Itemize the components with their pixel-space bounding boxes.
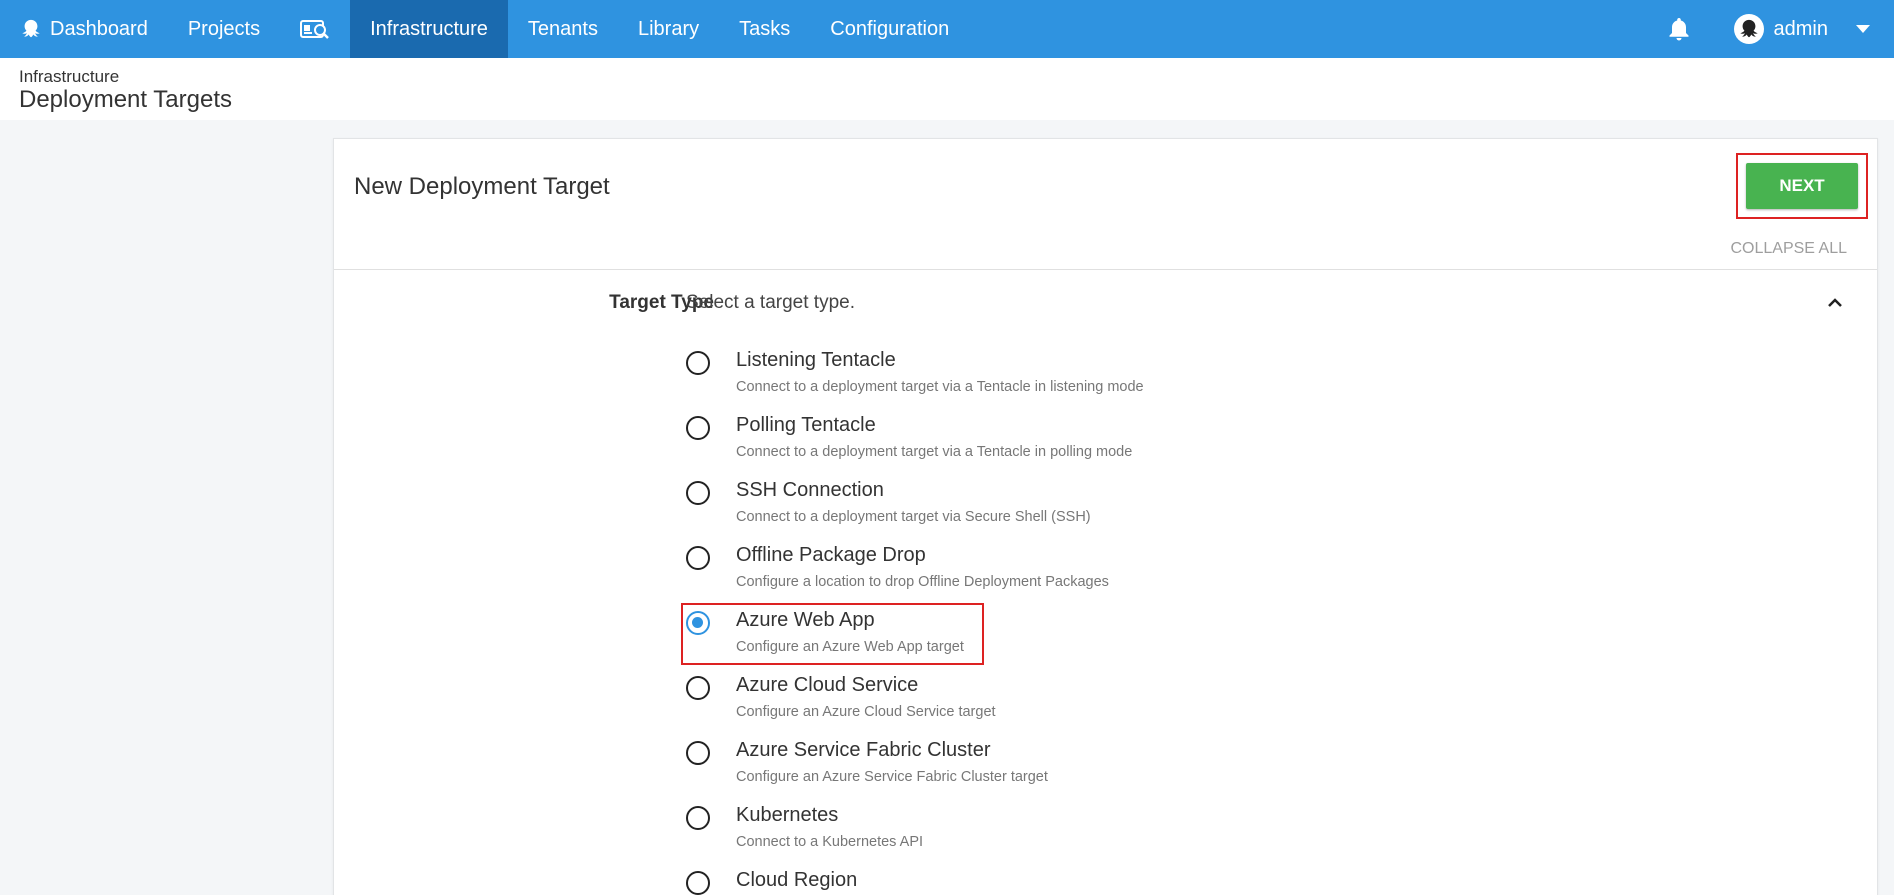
option-label: Kubernetes [736, 804, 839, 826]
collapse-all-link[interactable]: COLLAPSE ALL [1730, 240, 1847, 258]
chevron-down-icon[interactable] [1856, 25, 1870, 33]
radio-button[interactable] [686, 806, 710, 830]
nav-label: Dashboard [50, 17, 148, 40]
option-description: Connect to a deployment target via a Ten… [736, 444, 1133, 460]
option-label: Offline Package Drop [736, 544, 926, 566]
username: admin [1773, 17, 1828, 40]
search-id-card-icon [300, 20, 329, 39]
top-nav-bar: Dashboard Projects Infrastructure Tenant… [0, 0, 1894, 58]
nav-label: Library [637, 17, 700, 40]
option-label: Polling Tentacle [736, 414, 876, 436]
option-label: Listening Tentacle [736, 349, 896, 371]
option-description: Connect to a deployment target via Secur… [736, 509, 1091, 525]
option-label: SSH Connection [736, 479, 884, 501]
radio-button[interactable] [686, 676, 710, 700]
nav-label: Tasks [739, 17, 791, 40]
breadcrumb[interactable]: Infrastructure [19, 67, 119, 87]
radio-button[interactable] [686, 546, 710, 570]
user-menu[interactable]: admin [1718, 14, 1894, 44]
chevron-up-icon[interactable] [1823, 291, 1847, 315]
nav-configuration[interactable]: Configuration [810, 0, 969, 58]
section-description: Select a target type. [686, 292, 855, 313]
option-label: Azure Cloud Service [736, 674, 919, 696]
option-description: Configure a location to drop Offline Dep… [736, 574, 1109, 590]
radio-button[interactable] [686, 871, 710, 895]
radio-button[interactable] [686, 481, 710, 505]
new-deployment-target-card: New Deployment Target NEXT COLLAPSE ALL … [333, 138, 1878, 895]
next-button[interactable]: NEXT [1746, 163, 1858, 209]
divider [334, 269, 1877, 270]
option-description: Connect to a deployment target via a Ten… [736, 379, 1144, 395]
nav-label: Projects [187, 17, 261, 40]
option-description: Connect to a Kubernetes API [736, 834, 924, 850]
nav-label: Infrastructure [370, 17, 488, 40]
nav-infrastructure[interactable]: Infrastructure [350, 0, 508, 58]
octopus-logo-icon [22, 19, 40, 38]
azure-web-app-highlight [681, 603, 984, 665]
page-header: Infrastructure Deployment Targets [0, 58, 1894, 120]
nav-search[interactable] [280, 0, 350, 58]
nav-projects[interactable]: Projects [168, 0, 280, 58]
nav-library[interactable]: Library [618, 0, 719, 58]
nav-tenants[interactable]: Tenants [508, 0, 618, 58]
nav-dashboard[interactable]: Dashboard [0, 0, 168, 58]
notifications-button[interactable] [1650, 0, 1708, 58]
option-label: Azure Service Fabric Cluster [736, 739, 991, 761]
octopus-avatar-icon [1739, 19, 1758, 38]
nav-right: admin [1650, 0, 1894, 58]
radio-button[interactable] [686, 416, 710, 440]
nav-label: Configuration [830, 17, 950, 40]
bell-icon [1669, 18, 1689, 41]
card-title: New Deployment Target [354, 173, 610, 200]
option-description: Configure an Azure Cloud Service target [736, 704, 996, 720]
nav-label: Tenants [527, 17, 598, 40]
radio-button[interactable] [686, 351, 710, 375]
avatar [1733, 14, 1764, 44]
page-title: Deployment Targets [19, 86, 232, 113]
option-label: Cloud Region [736, 869, 858, 891]
radio-button[interactable] [686, 741, 710, 765]
nav-tasks[interactable]: Tasks [719, 0, 810, 58]
option-description: Configure an Azure Service Fabric Cluste… [736, 769, 1048, 785]
